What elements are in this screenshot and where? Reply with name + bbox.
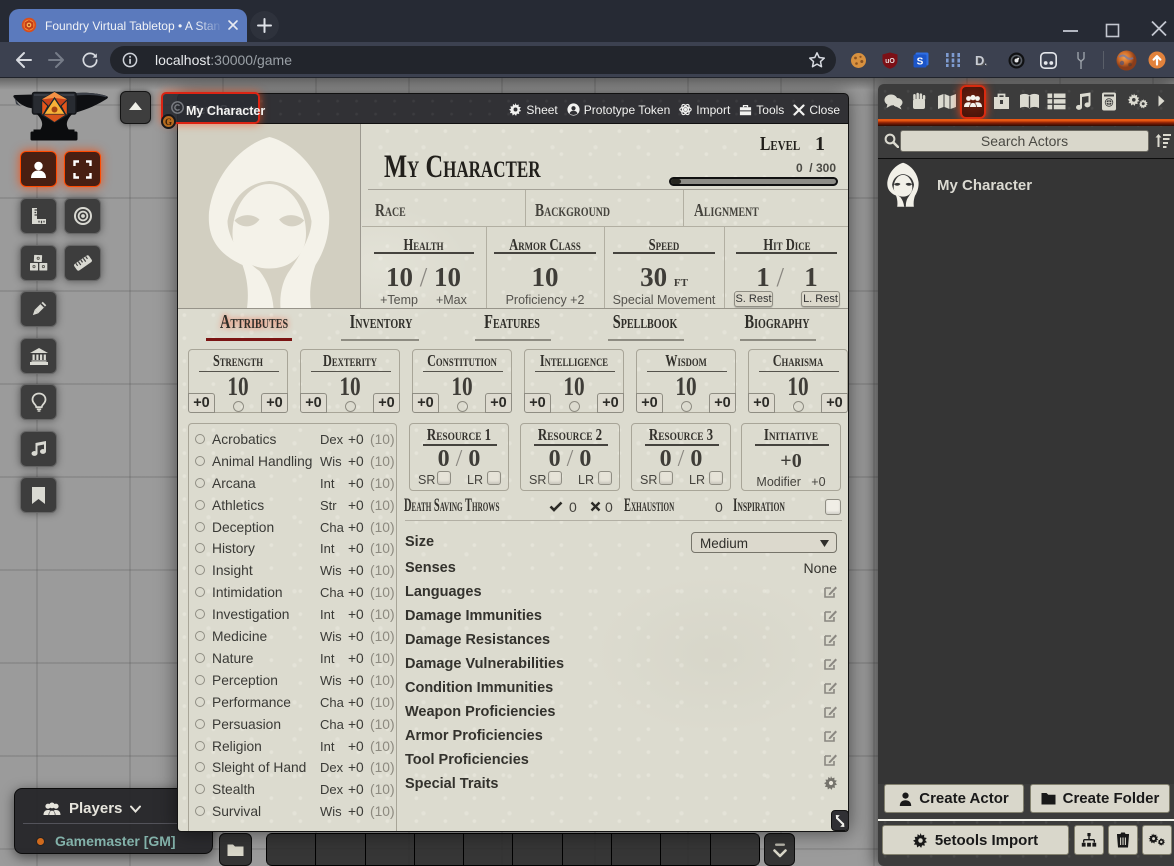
svg-text:uO: uO [885, 58, 895, 65]
svg-text:S: S [917, 57, 924, 68]
